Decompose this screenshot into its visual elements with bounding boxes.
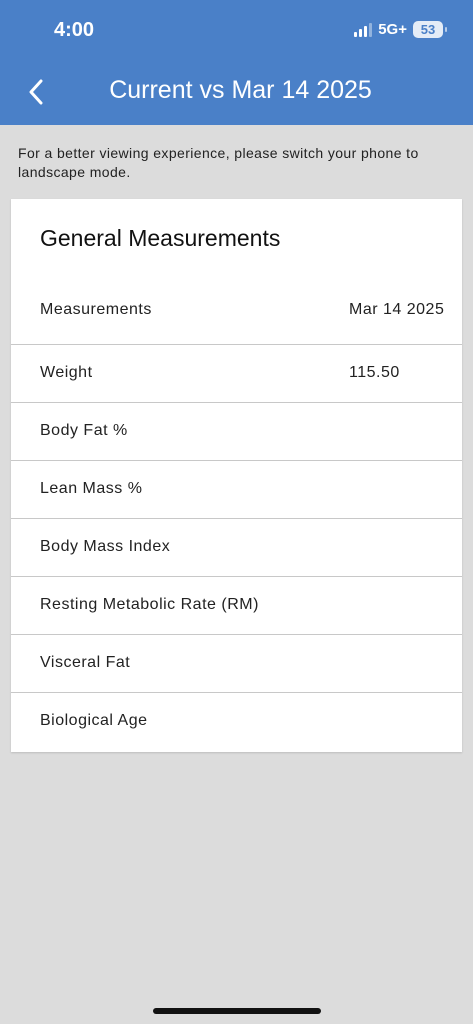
column-header-date: Mar 14 2025 xyxy=(349,301,445,318)
app-header: 4:00 5G+ 53 Current vs Mar 14 2025 xyxy=(0,0,473,125)
card-title: General Measurements xyxy=(40,225,281,251)
table-row: Biological Age xyxy=(11,693,462,751)
table-row: Body Mass Index xyxy=(11,519,462,577)
network-label: 5G+ xyxy=(378,21,407,38)
status-indicators: 5G+ 53 xyxy=(354,21,447,38)
table-header: Measurements Mar 14 2025 xyxy=(11,287,462,345)
table-row: Body Fat % xyxy=(11,403,462,461)
row-value: 115.50 xyxy=(349,364,400,381)
row-label: Resting Metabolic Rate (RM) xyxy=(40,596,259,613)
home-indicator[interactable] xyxy=(153,1008,321,1014)
signal-icon xyxy=(354,22,373,37)
landscape-notice: For a better viewing experience, please … xyxy=(18,145,419,180)
row-label: Lean Mass % xyxy=(40,480,143,497)
table-row: Resting Metabolic Rate (RM) xyxy=(11,577,462,635)
row-label: Body Fat % xyxy=(40,422,128,439)
battery-icon: 53 xyxy=(413,21,447,38)
status-time: 4:00 xyxy=(54,19,95,41)
row-label: Body Mass Index xyxy=(40,538,171,555)
table-row: Visceral Fat xyxy=(11,635,462,693)
table-row: Weight 115.50 xyxy=(11,345,462,403)
row-label: Weight xyxy=(40,364,93,381)
measurements-card: General Measurements Measurements Mar 14… xyxy=(11,199,462,752)
battery-level: 53 xyxy=(420,22,436,37)
page-title: Current vs Mar 14 2025 xyxy=(109,76,372,104)
row-label: Visceral Fat xyxy=(40,654,131,671)
table-row: Lean Mass % xyxy=(11,461,462,519)
row-label: Biological Age xyxy=(40,712,148,729)
column-header-measurements: Measurements xyxy=(40,301,152,318)
